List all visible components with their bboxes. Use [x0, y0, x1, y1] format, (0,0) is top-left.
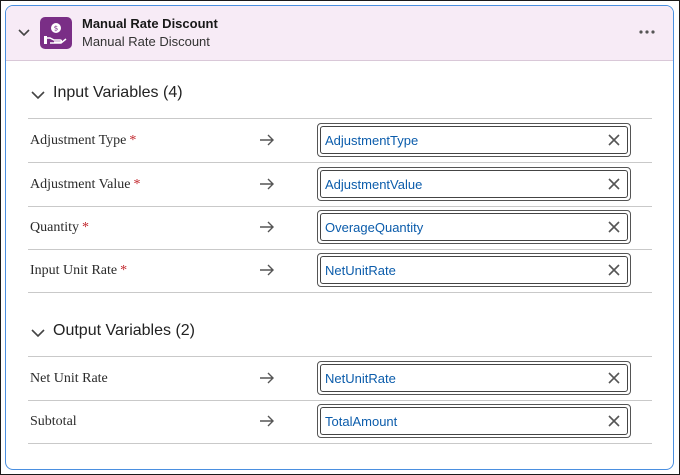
- variable-label: Adjustment Type *: [30, 133, 137, 148]
- variable-value-field[interactable]: AdjustmentValue: [317, 167, 631, 201]
- required-marker: *: [82, 220, 89, 235]
- close-icon[interactable]: [607, 371, 621, 385]
- variable-value: OverageQuantity: [325, 220, 424, 235]
- arrow-right-icon: [260, 178, 274, 190]
- variable-value: TotalAmount: [325, 414, 398, 429]
- close-icon[interactable]: [607, 177, 621, 191]
- arrow-right-icon: [260, 264, 274, 276]
- required-marker: *: [129, 133, 137, 148]
- arrow-right-icon: [260, 221, 274, 233]
- variable-label: Quantity *: [30, 220, 89, 235]
- variable-value-field[interactable]: TotalAmount: [317, 404, 631, 438]
- chevron-down-icon[interactable]: [30, 87, 46, 103]
- hand-with-coin-icon: $: [40, 17, 72, 49]
- variable-value: NetUnitRate: [325, 371, 396, 386]
- close-icon[interactable]: [607, 414, 621, 428]
- close-icon[interactable]: [607, 263, 621, 277]
- close-icon[interactable]: [607, 133, 621, 147]
- input-variables-toggle[interactable]: Input Variables (4): [30, 84, 330, 106]
- card-subtitle: Manual Rate Discount: [82, 34, 210, 49]
- input-row-quantity: Quantity * OverageQuantity: [28, 206, 652, 249]
- card-title: Manual Rate Discount: [82, 16, 218, 31]
- chevron-down-icon[interactable]: [30, 325, 46, 341]
- required-marker: *: [133, 177, 141, 192]
- variable-value-field[interactable]: NetUnitRate: [317, 361, 631, 395]
- arrow-right-icon: [260, 372, 274, 384]
- required-marker: *: [120, 263, 128, 278]
- window-frame: $ Manual Rate Discount Manual Rate Disco…: [0, 0, 680, 475]
- variable-label: Net Unit Rate: [30, 371, 108, 386]
- divider: [28, 443, 652, 444]
- variable-value: NetUnitRate: [325, 263, 396, 278]
- output-variables-title: Output Variables (2): [53, 322, 195, 339]
- variable-label: Adjustment Value *: [30, 177, 141, 192]
- arrow-right-icon: [260, 134, 274, 146]
- variable-label: Input Unit Rate *: [30, 263, 128, 278]
- input-row-adjustment-value: Adjustment Value * AdjustmentValue: [28, 163, 652, 206]
- variable-label: Subtotal: [30, 414, 77, 429]
- variable-value: AdjustmentType: [325, 133, 419, 148]
- input-row-input-unit-rate: Input Unit Rate * NetUnitRate: [28, 249, 652, 292]
- variable-value-field[interactable]: OverageQuantity: [317, 210, 631, 244]
- divider: [28, 292, 652, 293]
- arrow-right-icon: [260, 415, 274, 427]
- output-row-net-unit-rate: Net Unit Rate NetUnitRate: [28, 357, 652, 400]
- svg-text:$: $: [54, 25, 58, 33]
- more-options-icon[interactable]: [637, 22, 657, 42]
- chevron-down-icon[interactable]: [16, 25, 32, 41]
- close-icon[interactable]: [607, 220, 621, 234]
- variable-value-field[interactable]: AdjustmentType: [317, 123, 631, 157]
- output-row-subtotal: Subtotal TotalAmount: [28, 400, 652, 443]
- input-row-adjustment-type: Adjustment Type * AdjustmentType: [28, 119, 652, 162]
- variable-value: AdjustmentValue: [325, 177, 423, 192]
- input-variables-title: Input Variables (4): [53, 84, 183, 101]
- card-header: $ Manual Rate Discount Manual Rate Disco…: [6, 6, 673, 61]
- action-card: $ Manual Rate Discount Manual Rate Disco…: [5, 5, 674, 470]
- variable-value-field[interactable]: NetUnitRate: [317, 253, 631, 287]
- output-variables-toggle[interactable]: Output Variables (2): [30, 322, 330, 344]
